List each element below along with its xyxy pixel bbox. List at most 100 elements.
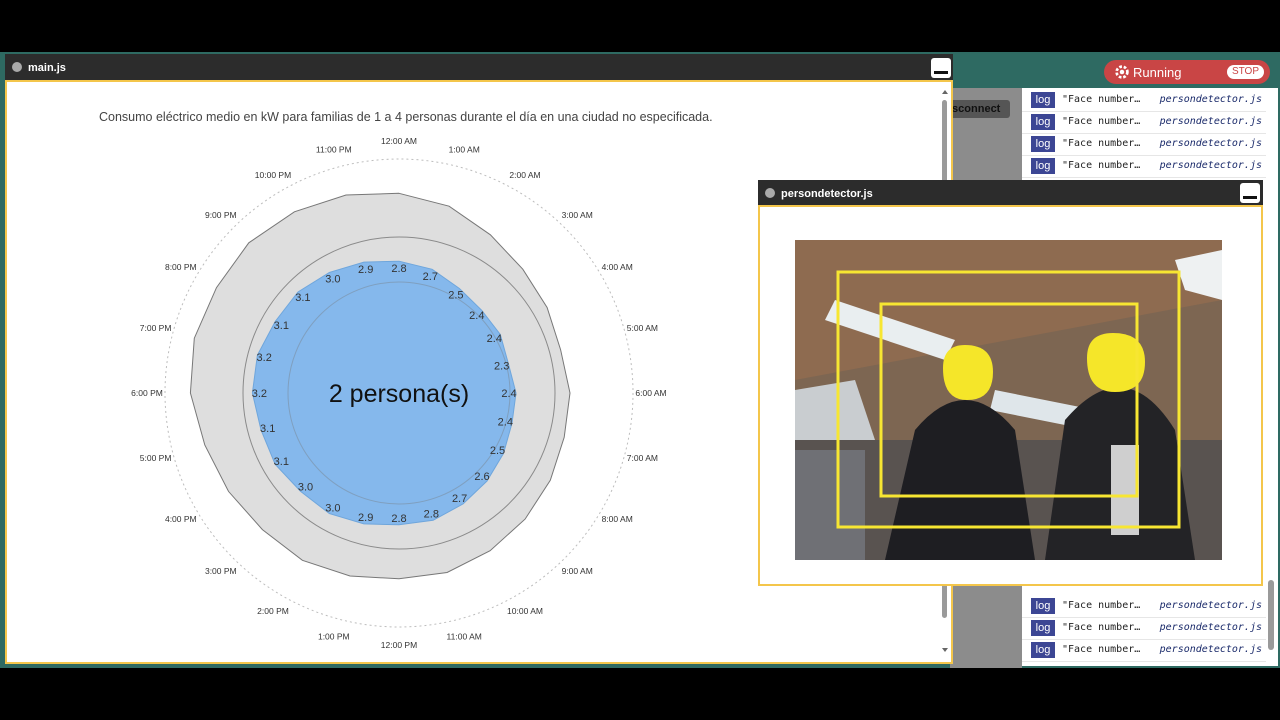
- data-label: 2.8: [391, 513, 406, 525]
- main-window-title: main.js: [28, 62, 66, 74]
- log-source-link[interactable]: persondetector.js: [1160, 116, 1262, 127]
- log-level-badge: log: [1031, 620, 1055, 636]
- data-label: 3.1: [295, 292, 310, 304]
- data-label: 2.4: [498, 417, 513, 429]
- disconnect-button[interactable]: isconnect: [950, 100, 1010, 118]
- data-label: 3.2: [252, 388, 267, 400]
- detector-window: persondetector.js: [758, 180, 1263, 586]
- hour-tick-label: 4:00 AM: [602, 262, 633, 272]
- log-message: "Face number…: [1062, 138, 1141, 149]
- data-label: 2.4: [469, 310, 484, 322]
- log-message: "Face number…: [1062, 160, 1141, 171]
- console-scrollbar[interactable]: [1268, 92, 1274, 662]
- hour-tick-label: 9:00 AM: [562, 566, 593, 576]
- minimize-button[interactable]: [931, 58, 951, 78]
- data-label: 2.8: [424, 509, 439, 521]
- hour-tick-label: 5:00 PM: [140, 453, 172, 463]
- hour-tick-label: 7:00 AM: [627, 453, 658, 463]
- status-pill: Running STOP: [1104, 60, 1270, 84]
- data-label: 2.9: [358, 264, 373, 276]
- log-level-badge: log: [1031, 114, 1055, 130]
- hour-tick-label: 11:00 PM: [316, 145, 352, 155]
- console-log-row[interactable]: log "Face number… persondetector.js: [1022, 90, 1266, 112]
- minimize-button[interactable]: [1240, 183, 1260, 203]
- status-label: Running: [1133, 65, 1182, 80]
- hour-tick-label: 10:00 PM: [255, 170, 291, 180]
- console-log-row[interactable]: log "Face number… persondetector.js: [1022, 618, 1266, 640]
- minimize-icon: [934, 71, 948, 74]
- disconnect-label: isconnect: [950, 103, 1001, 115]
- hour-tick-label: 1:00 PM: [318, 631, 350, 641]
- data-label: 3.0: [298, 482, 313, 494]
- data-label: 3.1: [274, 456, 289, 468]
- log-message: "Face number…: [1062, 600, 1141, 611]
- data-label: 2.8: [391, 263, 406, 275]
- log-message: "Face number…: [1062, 644, 1141, 655]
- data-label: 2.7: [452, 493, 467, 505]
- log-source-link[interactable]: persondetector.js: [1160, 622, 1262, 633]
- data-label: 2.5: [490, 445, 505, 457]
- hour-tick-label: 12:00 PM: [381, 640, 417, 650]
- data-label: 2.6: [474, 471, 489, 483]
- log-level-badge: log: [1031, 158, 1055, 174]
- main-window-titlebar[interactable]: main.js: [5, 54, 953, 80]
- detector-window-titlebar[interactable]: persondetector.js: [758, 180, 1263, 206]
- hour-tick-label: 12:00 AM: [381, 136, 417, 146]
- log-source-link[interactable]: persondetector.js: [1160, 94, 1262, 105]
- hour-tick-label: 7:00 PM: [140, 323, 172, 333]
- hour-tick-label: 2:00 PM: [257, 606, 289, 616]
- console-log-row[interactable]: log "Face number… persondetector.js: [1022, 596, 1266, 618]
- data-label: 3.0: [325, 274, 340, 286]
- data-label: 2.9: [358, 512, 373, 524]
- hour-tick-label: 10:00 AM: [507, 606, 543, 616]
- hour-tick-label: 8:00 AM: [602, 514, 633, 524]
- log-source-link[interactable]: persondetector.js: [1160, 138, 1262, 149]
- log-message: "Face number…: [1062, 622, 1141, 633]
- data-label: 2.4: [487, 333, 502, 345]
- hour-tick-label: 11:00 AM: [447, 631, 482, 641]
- gear-icon: [1115, 65, 1129, 79]
- camera-feed: [795, 240, 1222, 560]
- hour-tick-label: 1:00 AM: [449, 145, 480, 155]
- data-label: 3.0: [325, 503, 340, 515]
- window-icon: [12, 62, 22, 72]
- log-message: "Face number…: [1062, 116, 1141, 127]
- log-source-link[interactable]: persondetector.js: [1160, 600, 1262, 611]
- hour-tick-label: 4:00 PM: [165, 514, 197, 524]
- console-log-row[interactable]: log "Face number… persondetector.js: [1022, 112, 1266, 134]
- hour-tick-label: 3:00 AM: [562, 210, 593, 220]
- data-label: 2.3: [494, 361, 509, 373]
- hour-tick-label: 8:00 PM: [165, 262, 197, 272]
- detector-window-title: persondetector.js: [781, 188, 873, 200]
- data-label: 2.7: [423, 271, 438, 283]
- data-label: 3.1: [260, 423, 275, 435]
- window-icon: [765, 188, 775, 198]
- minimize-icon: [1243, 196, 1257, 199]
- hour-tick-label: 6:00 AM: [635, 388, 666, 398]
- log-level-badge: log: [1031, 136, 1055, 152]
- log-level-badge: log: [1031, 92, 1055, 108]
- data-label: 3.2: [257, 352, 272, 364]
- center-label: 2 persona(s): [329, 380, 469, 408]
- log-level-badge: log: [1031, 642, 1055, 658]
- face-blob: [943, 345, 993, 400]
- camera-image: [795, 240, 1222, 560]
- log-source-link[interactable]: persondetector.js: [1160, 644, 1262, 655]
- data-label: 2.4: [501, 388, 516, 400]
- hour-tick-label: 3:00 PM: [205, 566, 237, 576]
- console-log-row[interactable]: log "Face number… persondetector.js: [1022, 134, 1266, 156]
- detector-canvas: [758, 205, 1263, 586]
- console-scrollbar-thumb[interactable]: [1268, 580, 1274, 650]
- hour-tick-label: 2:00 AM: [509, 170, 540, 180]
- hour-tick-label: 9:00 PM: [205, 210, 237, 220]
- data-label: 2.5: [448, 290, 463, 302]
- log-source-link[interactable]: persondetector.js: [1160, 160, 1262, 171]
- log-message: "Face number…: [1062, 94, 1141, 105]
- console-log-row[interactable]: log "Face number… persondetector.js: [1022, 156, 1266, 178]
- hour-tick-label: 5:00 AM: [627, 323, 658, 333]
- console-log-row[interactable]: log "Face number… persondetector.js: [1022, 640, 1266, 662]
- hour-tick-label: 6:00 PM: [131, 388, 163, 398]
- log-level-badge: log: [1031, 598, 1055, 614]
- stop-button[interactable]: STOP: [1226, 65, 1264, 79]
- data-label: 3.1: [274, 320, 289, 332]
